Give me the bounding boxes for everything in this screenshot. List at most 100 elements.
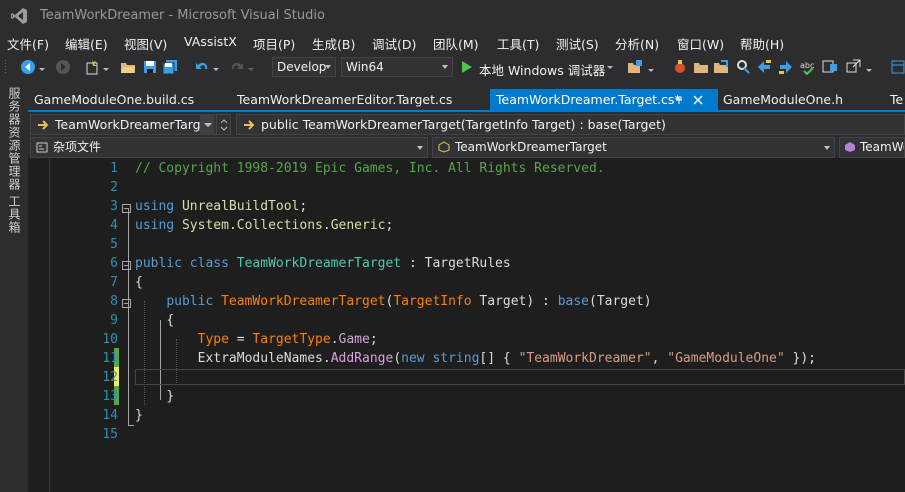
tab-overflow[interactable]: Te [884, 89, 905, 110]
menu-project[interactable]: 项目(P) [253, 34, 295, 53]
line-number: 12 [102, 370, 118, 385]
tab-label: GameModuleOne.h [723, 92, 844, 107]
tab-label: GameModuleOne.build.cs [34, 92, 195, 107]
code-editor[interactable]: 1 2 3 4 5 6 7 8 9 10 11 12 13 14 15 // C… [28, 158, 905, 492]
start-debugging-icon[interactable] [461, 60, 473, 74]
member-scope-combo[interactable]: TeamWo [839, 137, 905, 158]
member-combo[interactable]: public TeamWorkDreamerTarget(TargetInfo … [236, 114, 905, 135]
menu-tools[interactable]: 工具(T) [497, 34, 539, 53]
class-combo-value: TeamWorkDreamerTarg [55, 117, 201, 132]
current-line-highlight [135, 369, 905, 385]
code-line-14: } [135, 408, 143, 423]
line-number: 7 [110, 275, 118, 290]
line-number: 14 [102, 408, 118, 423]
code-line-11: ExtraModuleNames.AddRange(new string[] {… [197, 351, 816, 366]
menu-file[interactable]: 文件(F) [7, 34, 49, 53]
undo-icon[interactable] [194, 59, 210, 75]
line-number: 13 [102, 389, 118, 404]
start-debugging-button[interactable]: 本地 Windows 调试器 [479, 60, 605, 79]
pin-icon[interactable] [674, 95, 684, 105]
run-dropdown-icon[interactable] [606, 59, 614, 75]
menu-team[interactable]: 团队(M) [433, 34, 479, 53]
line-number: 6 [110, 256, 118, 271]
chevron-down-icon [417, 146, 423, 150]
expand-icon[interactable] [845, 59, 861, 75]
line-number: 9 [110, 313, 118, 328]
platform-combo[interactable]: Win64 [341, 57, 453, 77]
menu-debug[interactable]: 调试(D) [372, 34, 416, 53]
navigate-back-icon[interactable] [756, 59, 772, 75]
comment-icon[interactable] [822, 59, 838, 75]
close-icon[interactable] [693, 95, 703, 105]
build-icon[interactable] [672, 59, 688, 75]
new-project-icon[interactable] [84, 59, 100, 75]
menu-view[interactable]: 视图(V) [124, 34, 167, 53]
tab-gamemoduleone-h[interactable]: GameModuleOne.h [717, 89, 873, 110]
menu-edit[interactable]: 编辑(E) [65, 34, 108, 53]
tab-gamemoduleone-build[interactable]: GameModuleOne.build.cs [28, 89, 230, 110]
code-line-4: using System.Collections.Generic; [135, 218, 394, 233]
line-number: 3 [110, 199, 118, 214]
menu-window[interactable]: 窗口(W) [677, 34, 724, 53]
expand-dropdown-icon[interactable] [865, 59, 873, 75]
scope-combo-value: TeamWorkDreamerTarget [455, 140, 607, 154]
collapse-toggle[interactable] [122, 299, 131, 308]
redo-icon[interactable] [229, 59, 245, 75]
side-tool-strip: 服务器资源管理器 工具箱 [0, 83, 28, 492]
menu-vassistx[interactable]: VAssistX [184, 34, 237, 49]
save-icon[interactable] [142, 59, 158, 75]
tab-teamworkdreamereditor-target[interactable]: TeamWorkDreamerEditor.Target.cs [231, 89, 492, 110]
project-combo[interactable]: 杂项文件 [30, 137, 428, 158]
arrow-right-icon [38, 120, 49, 130]
forward-icon[interactable] [55, 59, 71, 75]
class-icon [438, 141, 450, 153]
chevron-down-icon [442, 65, 448, 69]
open-folder-icon[interactable] [120, 59, 136, 75]
line-number: 15 [102, 427, 118, 442]
project-scope-bar: 杂项文件 TeamWorkDreamerTarget TeamWo [28, 137, 905, 158]
spell-check-icon[interactable]: abc [799, 59, 815, 75]
back-dropdown-icon[interactable] [38, 59, 46, 75]
find-dropdown-icon[interactable] [647, 59, 655, 75]
glyph-margin [28, 158, 50, 492]
line-number: 8 [110, 294, 118, 309]
collapse-toggle[interactable] [122, 204, 131, 213]
navigate-forward-icon[interactable] [778, 59, 794, 75]
configuration-value: Develop [277, 60, 327, 74]
scope-spinner[interactable] [216, 114, 231, 135]
toolbar-grip-icon [5, 60, 6, 73]
toolbox-tab[interactable]: 工具箱 [6, 195, 23, 234]
line-number: 11 [102, 351, 118, 366]
open-file-icon[interactable] [713, 59, 729, 75]
code-line-3: using UnrealBuildTool; [135, 199, 308, 214]
menu-build[interactable]: 生成(B) [312, 34, 355, 53]
redo-dropdown-icon[interactable] [247, 59, 255, 75]
tab-label: TeamWorkDreamer.Target.cs* [496, 92, 681, 107]
title-bar: TeamWorkDreamer - Microsoft Visual Studi… [0, 0, 905, 31]
layout-icon[interactable] [890, 59, 905, 75]
chevron-down-icon [824, 146, 830, 150]
menu-bar: 文件(F) 编辑(E) 视图(V) VAssistX 项目(P) 生成(B) 调… [0, 31, 905, 53]
save-all-icon[interactable] [162, 59, 178, 75]
code-line-13: } [166, 389, 175, 404]
server-explorer-tab[interactable]: 服务器资源管理器 [6, 87, 23, 191]
find-in-files-icon[interactable] [627, 59, 643, 75]
folder-icon[interactable] [693, 59, 709, 75]
project-combo-value: 杂项文件 [53, 140, 102, 154]
menu-analyze[interactable]: 分析(N) [615, 34, 659, 53]
search-icon[interactable] [735, 59, 751, 75]
menu-test[interactable]: 测试(S) [556, 34, 599, 53]
configuration-combo[interactable]: Develop [272, 57, 336, 77]
new-project-dropdown-icon[interactable] [102, 59, 110, 75]
arrow-right-icon [244, 120, 255, 130]
line-number: 1 [110, 161, 118, 176]
code-line-9: { [166, 313, 175, 328]
back-icon[interactable] [20, 59, 36, 75]
visual-studio-logo-icon [11, 8, 27, 24]
class-combo-dropdown[interactable] [200, 114, 214, 135]
menu-help[interactable]: 帮助(H) [740, 34, 784, 53]
undo-dropdown-icon[interactable] [212, 59, 220, 75]
tab-teamworkdreamer-target[interactable]: TeamWorkDreamer.Target.cs* [490, 89, 718, 110]
scope-combo[interactable]: TeamWorkDreamerTarget [432, 137, 835, 158]
collapse-toggle[interactable] [122, 261, 131, 270]
